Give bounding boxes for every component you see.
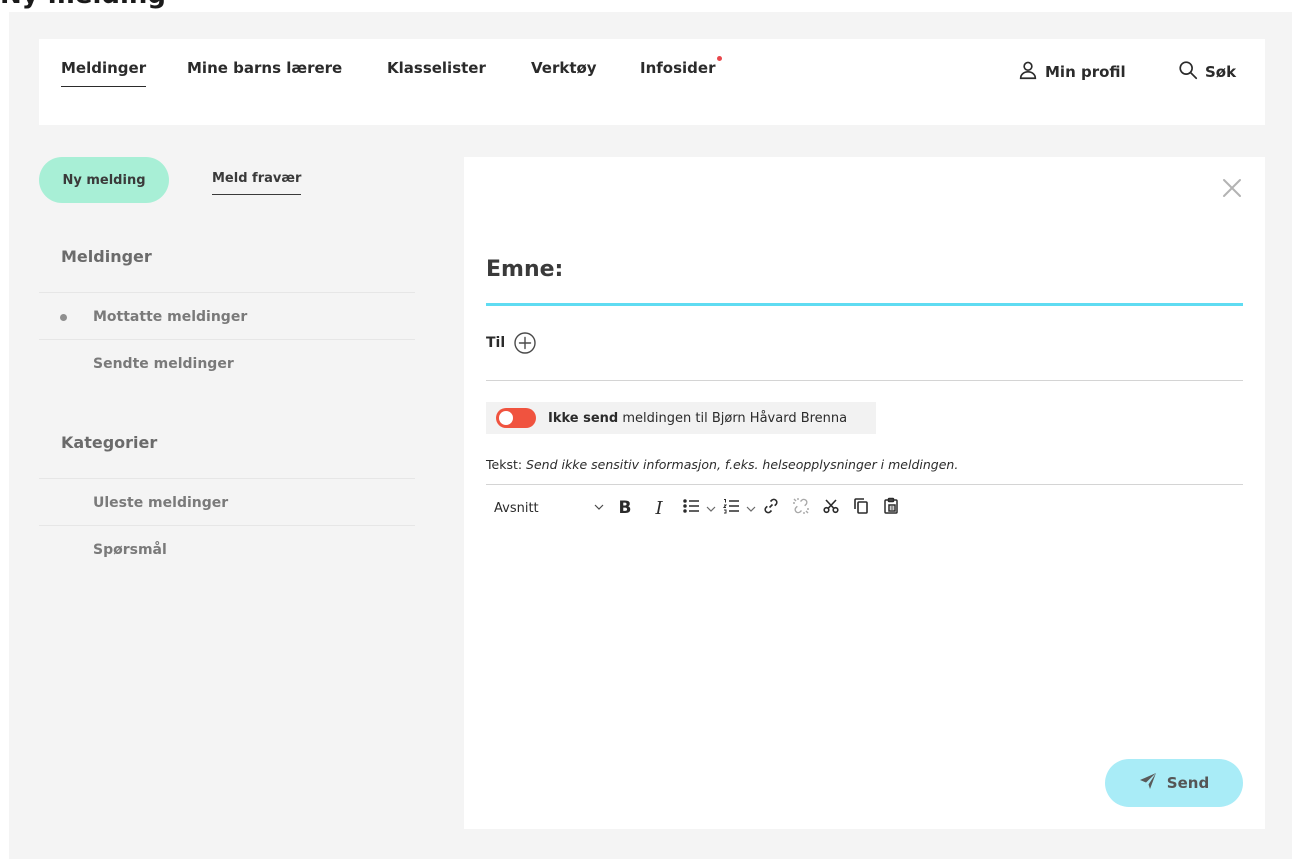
nav-item-verktoy[interactable]: Verktøy — [531, 59, 597, 77]
search-link[interactable]: Søk — [1177, 59, 1236, 85]
selected-bullet-icon — [60, 314, 67, 321]
search-label: Søk — [1205, 63, 1237, 81]
report-absence-link[interactable]: Meld fravær — [212, 171, 302, 195]
chevron-down-icon — [706, 499, 716, 518]
nav-item-klasselister[interactable]: Klasselister — [387, 59, 486, 77]
divider — [39, 478, 415, 479]
bullet-list-button[interactable] — [678, 495, 704, 521]
send-button[interactable]: Send — [1105, 759, 1243, 807]
nav-item-meldinger[interactable]: Meldinger — [61, 59, 147, 87]
unlink-icon — [792, 497, 810, 519]
top-navigation: Meldinger Mine barns lærere Klasselister… — [39, 39, 1265, 125]
italic-button[interactable]: I — [646, 495, 672, 521]
nav-item-label: Verktøy — [531, 59, 597, 77]
text-hint-label: Tekst: — [486, 457, 527, 472]
profile-link[interactable]: Min profil — [1017, 59, 1126, 85]
chevron-down-icon — [594, 501, 604, 516]
bold-button[interactable]: B — [612, 495, 638, 521]
text-hint: Tekst: Send ikke sensitiv informasjon, f… — [486, 457, 958, 472]
message-body-editor[interactable] — [486, 527, 1243, 747]
nav-item-label: Meldinger — [61, 59, 147, 77]
bullet-list-icon — [682, 497, 700, 519]
link-icon — [762, 497, 780, 519]
divider — [486, 380, 1243, 381]
notification-dot — [717, 56, 723, 61]
link-button[interactable] — [758, 495, 784, 521]
nav-item-mine-barns-laerere[interactable]: Mine barns lærere — [187, 59, 342, 77]
text-hint-body: Send ikke sensitiv informasjon, f.eks. h… — [526, 457, 959, 472]
toggle-text-rest: meldingen til Bjørn Håvard Brenna — [618, 410, 848, 426]
divider — [39, 292, 415, 293]
unlink-button[interactable] — [788, 495, 814, 521]
divider — [39, 525, 415, 526]
copy-button[interactable] — [848, 495, 874, 521]
chevron-down-icon — [746, 499, 756, 518]
sidebar-item-unread[interactable]: Uleste meldinger — [93, 495, 228, 511]
send-label: Send — [1166, 774, 1210, 792]
send-icon — [1139, 772, 1157, 794]
user-icon — [1017, 59, 1039, 85]
nav-item-label: Mine barns lærere — [187, 59, 343, 77]
do-not-send-toggle[interactable] — [496, 408, 536, 428]
nav-item-label: Klasselister — [387, 59, 486, 77]
new-message-button[interactable]: Ny melding — [39, 157, 169, 203]
subject-label[interactable]: Emne: — [486, 257, 563, 282]
messages-heading: Meldinger — [61, 247, 152, 266]
add-recipient-icon[interactable] — [513, 331, 537, 355]
sidebar-item-questions[interactable]: Spørsmål — [93, 542, 167, 558]
sidebar-item-received[interactable]: Mottatte meldinger — [93, 309, 247, 325]
search-icon — [1177, 59, 1199, 85]
to-label: Til — [486, 335, 506, 351]
cut-button[interactable] — [818, 495, 844, 521]
toggle-text-bold: Ikke send — [548, 410, 619, 426]
cut-icon — [822, 497, 840, 519]
numbered-list-icon — [722, 497, 740, 519]
compose-panel: Emne: Til Ikke send meldingen til Bjørn … — [464, 157, 1265, 829]
recipients-row: Til — [486, 331, 537, 355]
sidebar-item-sent[interactable]: Sendte meldinger — [93, 356, 234, 372]
divider — [486, 484, 1243, 485]
block-format-select[interactable]: Avsnitt — [486, 495, 612, 521]
paste-button[interactable] — [878, 495, 904, 521]
app-shell: Meldinger Mine barns lærere Klasselister… — [9, 12, 1292, 859]
do-not-send-toggle-row: Ikke send meldingen til Bjørn Håvard Bre… — [486, 402, 876, 434]
toggle-text: Ikke send meldingen til Bjørn Håvard Bre… — [548, 411, 847, 426]
profile-label: Min profil — [1045, 63, 1126, 81]
copy-icon — [852, 497, 870, 519]
subject-underline — [486, 303, 1243, 306]
block-format-value: Avsnitt — [494, 500, 539, 516]
numbered-list-button[interactable] — [718, 495, 744, 521]
paste-icon — [882, 497, 900, 519]
nav-item-infosider[interactable]: Infosider — [640, 56, 723, 77]
numbered-list-options[interactable] — [744, 495, 758, 521]
bullet-list-options[interactable] — [704, 495, 718, 521]
page-title: Ny melding — [0, 0, 166, 10]
categories-heading: Kategorier — [61, 433, 158, 452]
close-icon[interactable] — [1221, 177, 1243, 199]
divider — [39, 339, 415, 340]
nav-item-label: Infosider — [640, 59, 716, 77]
editor-toolbar: Avsnitt B I — [486, 495, 1046, 521]
